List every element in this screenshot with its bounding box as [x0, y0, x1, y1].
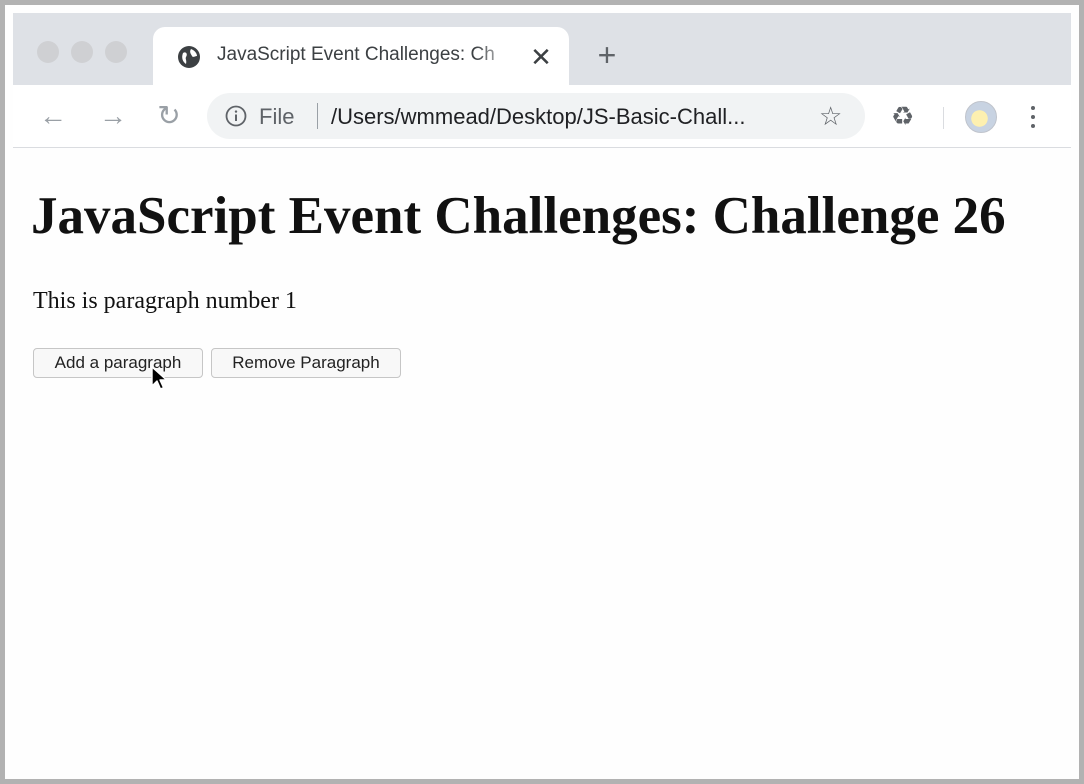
- close-window-button[interactable]: [37, 41, 59, 63]
- minimize-window-button[interactable]: [71, 41, 93, 63]
- recycle-extension-icon[interactable]: ♻: [891, 101, 914, 131]
- scheme-label: File: [259, 104, 295, 129]
- remove-paragraph-button[interactable]: Remove Paragraph: [211, 348, 401, 378]
- globe-icon: [178, 46, 200, 68]
- close-icon[interactable]: ✕: [527, 43, 555, 71]
- menu-kebab-icon[interactable]: [1029, 103, 1037, 131]
- omnibox-divider: [317, 103, 318, 129]
- profile-avatar[interactable]: [965, 101, 997, 133]
- bookmark-star-icon[interactable]: ☆: [819, 101, 842, 131]
- url-text[interactable]: /Users/wmmead/Desktop/JS-Basic-Chall...: [331, 104, 745, 130]
- page-title: JavaScript Event Challenges: Challenge 2…: [31, 187, 1006, 245]
- tab-title: JavaScript Event Challenges: Ch: [217, 44, 495, 65]
- reload-icon[interactable]: ↻: [153, 100, 185, 132]
- window-controls: [37, 41, 127, 63]
- active-tab[interactable]: JavaScript Event Challenges: Ch ✕: [153, 27, 569, 85]
- info-icon[interactable]: [225, 105, 247, 127]
- add-paragraph-button[interactable]: Add a paragraph: [33, 348, 203, 378]
- browser-window: JavaScript Event Challenges: Ch ✕ + ← → …: [13, 13, 1071, 779]
- tab-strip: JavaScript Event Challenges: Ch ✕ +: [13, 13, 1071, 85]
- back-arrow-icon[interactable]: ←: [37, 100, 69, 132]
- browser-toolbar: ← → ↻ File /Users/wmmead/Desktop/JS-Basi…: [13, 85, 1071, 148]
- forward-arrow-icon[interactable]: →: [97, 100, 129, 132]
- page-content: JavaScript Event Challenges: Challenge 2…: [13, 148, 1071, 779]
- toolbar-divider: [943, 107, 944, 129]
- address-bar[interactable]: File /Users/wmmead/Desktop/JS-Basic-Chal…: [207, 93, 865, 139]
- screenshot-frame: JavaScript Event Challenges: Ch ✕ + ← → …: [0, 0, 1084, 784]
- maximize-window-button[interactable]: [105, 41, 127, 63]
- paragraph: This is paragraph number 1: [33, 288, 297, 314]
- mouse-cursor-icon: [151, 366, 168, 390]
- new-tab-button[interactable]: +: [591, 39, 623, 71]
